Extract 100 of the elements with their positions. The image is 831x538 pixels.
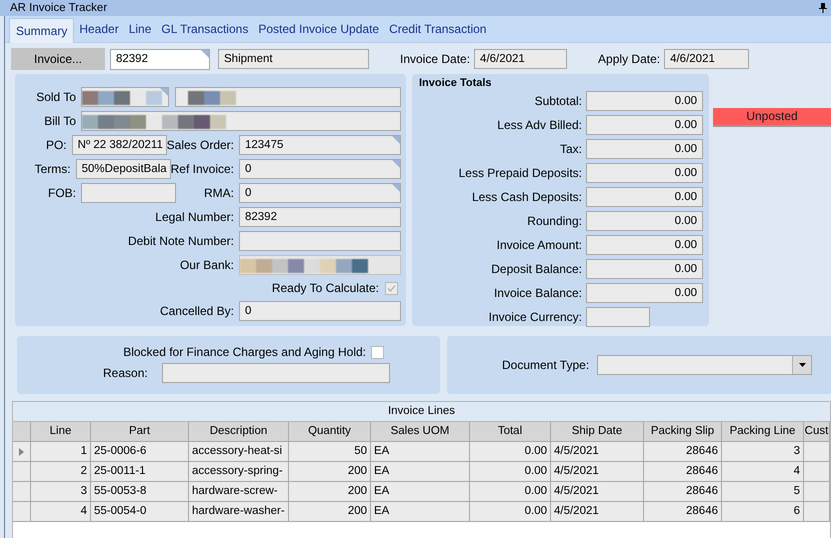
table-cell: 3 bbox=[31, 482, 91, 502]
table-cell: accessory-spring- bbox=[189, 462, 289, 482]
table-cell: 4/5/2021 bbox=[551, 462, 644, 482]
column-header[interactable]: Cust bbox=[804, 422, 830, 442]
tab[interactable]: Posted Invoice Update bbox=[253, 18, 384, 40]
column-header[interactable]: Sales UOM bbox=[371, 422, 470, 442]
field-label: Document Type: bbox=[502, 358, 590, 372]
tab[interactable]: GL Transactions bbox=[156, 18, 254, 40]
amount-field: 0.00 bbox=[586, 163, 703, 183]
legal-number-field[interactable]: 82392 bbox=[239, 207, 401, 227]
table-cell: EA bbox=[371, 462, 470, 482]
field-label: PO: bbox=[44, 138, 67, 152]
column-header[interactable]: Part bbox=[91, 422, 189, 442]
row-selector[interactable] bbox=[13, 442, 31, 462]
table-cell: 4/5/2021 bbox=[551, 482, 644, 502]
pin-icon[interactable] bbox=[819, 3, 827, 13]
row-selector[interactable] bbox=[13, 482, 31, 502]
table-cell: 28646 bbox=[644, 462, 722, 482]
debit-note-number-field[interactable] bbox=[239, 231, 401, 251]
panel-title: Invoice Totals bbox=[418, 77, 493, 91]
table-cell: 6 bbox=[722, 502, 804, 522]
field-label: Invoice Amount: bbox=[496, 238, 582, 252]
table-cell: 55-0053-8 bbox=[91, 482, 189, 502]
table-cell: 28646 bbox=[644, 502, 722, 522]
current-row-icon bbox=[19, 448, 24, 456]
table-cell bbox=[804, 482, 830, 502]
table-cell: 2 bbox=[31, 462, 91, 482]
invoice-number-field[interactable]: 82392 bbox=[110, 48, 210, 70]
column-header[interactable]: Line bbox=[31, 422, 91, 442]
table-cell: 0.00 bbox=[470, 482, 551, 502]
our-bank-field[interactable] bbox=[239, 255, 401, 275]
field-label: RMA: bbox=[204, 186, 234, 200]
blurred-text-drawing bbox=[188, 91, 236, 105]
table-cell: 0.00 bbox=[470, 442, 551, 462]
sales-order-field[interactable]: 123475 bbox=[239, 135, 401, 155]
field-label: Subtotal: bbox=[534, 94, 582, 108]
table-cell: hardware-screw- bbox=[189, 482, 289, 502]
field-label: Terms: bbox=[34, 162, 71, 176]
table-cell: 3 bbox=[722, 442, 804, 462]
table-cell: hardware-washer- bbox=[189, 502, 289, 522]
field-label: Less Prepaid Deposits: bbox=[458, 166, 582, 180]
window-title: AR Invoice Tracker bbox=[10, 2, 108, 14]
sold-to-name-field[interactable] bbox=[175, 87, 401, 107]
table-cell: 55-0054-0 bbox=[91, 502, 189, 522]
amount-field: 0.00 bbox=[586, 283, 703, 303]
rma-field[interactable]: 0 bbox=[239, 183, 401, 203]
tab[interactable]: Header bbox=[74, 18, 124, 40]
tab[interactable]: Line bbox=[124, 18, 156, 40]
field-label: Invoice Date: bbox=[400, 52, 470, 66]
table-cell bbox=[804, 502, 830, 522]
tab[interactable]: Credit Transaction bbox=[384, 18, 492, 40]
currency-field[interactable] bbox=[586, 307, 650, 327]
invoice-date-field[interactable]: 4/6/2021 bbox=[474, 49, 568, 69]
table-cell: 28646 bbox=[644, 442, 722, 462]
amount-field: 0.00 bbox=[586, 187, 703, 207]
reason-field[interactable] bbox=[162, 363, 390, 383]
field-label: Apply Date: bbox=[598, 52, 660, 66]
field-label: Invoice Currency: bbox=[488, 310, 582, 324]
bill-to-field[interactable] bbox=[81, 111, 401, 131]
column-header[interactable]: Quantity bbox=[289, 422, 371, 442]
invoice-button[interactable]: Invoice... bbox=[11, 48, 105, 70]
table-cell: 25-0006-6 bbox=[91, 442, 189, 462]
table-cell: 1 bbox=[31, 442, 91, 462]
fob-field[interactable] bbox=[81, 183, 176, 203]
apply-date-field[interactable]: 4/6/2021 bbox=[664, 49, 750, 69]
amount-field: 0.00 bbox=[586, 211, 703, 231]
sold-to-field[interactable] bbox=[81, 87, 169, 107]
po-field[interactable]: Nº 22 382/20211 bbox=[72, 135, 167, 155]
field-label: Legal Number: bbox=[154, 210, 234, 224]
table-cell bbox=[804, 442, 830, 462]
field-label: Debit Note Number: bbox=[126, 234, 234, 248]
ref-invoice-field[interactable]: 0 bbox=[239, 159, 401, 179]
type-field: Shipment bbox=[218, 49, 369, 69]
document-type-dropdown[interactable] bbox=[597, 355, 812, 375]
field-label: Sold To bbox=[35, 90, 76, 104]
table-cell: EA bbox=[371, 442, 470, 462]
column-header[interactable]: Description bbox=[189, 422, 289, 442]
grid-title: Invoice Lines bbox=[13, 402, 830, 422]
table-cell: EA bbox=[371, 502, 470, 522]
blocked-checkbox[interactable] bbox=[371, 346, 384, 358]
cancelled-by-field[interactable]: 0 bbox=[239, 301, 401, 321]
table-cell: 4 bbox=[722, 462, 804, 482]
table-cell: 4/5/2021 bbox=[551, 442, 644, 462]
field-label: Reason: bbox=[103, 366, 148, 380]
table-cell: 0.00 bbox=[470, 462, 551, 482]
column-header[interactable]: Packing Line bbox=[722, 422, 804, 442]
row-header-cell bbox=[13, 422, 31, 442]
table-cell: 50 bbox=[289, 442, 371, 462]
column-header[interactable]: Packing Slip bbox=[644, 422, 722, 442]
field-label: Tax: bbox=[558, 142, 582, 156]
field-label: Invoice Balance: bbox=[492, 286, 582, 300]
status-banner: Unposted bbox=[713, 108, 831, 127]
tab[interactable]: Summary bbox=[9, 18, 74, 43]
terms-field[interactable]: 50%DepositBala bbox=[76, 159, 171, 179]
row-selector[interactable] bbox=[13, 502, 31, 522]
column-header[interactable]: Ship Date bbox=[551, 422, 644, 442]
table-cell bbox=[804, 462, 830, 482]
column-header[interactable]: Total bbox=[470, 422, 551, 442]
table-cell: 4/5/2021 bbox=[551, 502, 644, 522]
row-selector[interactable] bbox=[13, 462, 31, 482]
